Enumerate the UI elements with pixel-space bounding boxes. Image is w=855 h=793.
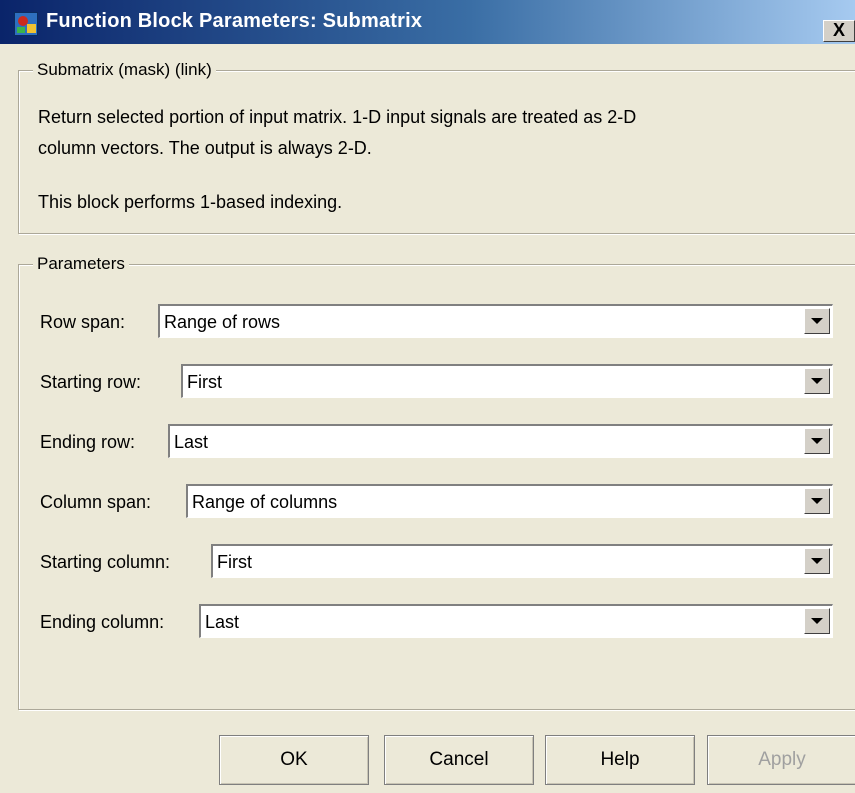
close-button[interactable]: X <box>823 20 855 42</box>
simulink-block-icon <box>14 12 38 36</box>
column-span-value: Range of columns <box>192 492 338 512</box>
chevron-down-icon[interactable] <box>804 608 830 634</box>
title-bar[interactable]: Function Block Parameters: Submatrix X <box>0 0 855 44</box>
description-line-2: column vectors. The output is always 2-D… <box>38 138 372 158</box>
ending-column-dropdown[interactable]: Last <box>199 604 833 638</box>
cancel-button[interactable]: Cancel <box>384 735 534 785</box>
apply-button[interactable]: Apply <box>707 735 855 785</box>
description-line-1: Return selected portion of input matrix.… <box>38 107 637 127</box>
ending-row-value: Last <box>174 432 209 452</box>
chevron-down-icon[interactable] <box>804 368 830 394</box>
starting-row-label: Starting row: <box>40 372 142 392</box>
chevron-down-icon[interactable] <box>804 428 830 454</box>
window-title: Function Block Parameters: Submatrix <box>46 10 423 32</box>
ending-column-value: Last <box>205 612 240 632</box>
starting-row-dropdown[interactable]: First <box>181 364 833 398</box>
starting-row-value: First <box>187 372 222 392</box>
parameters-group-label: Parameters <box>33 254 129 274</box>
chevron-down-icon[interactable] <box>804 308 830 334</box>
description-group-label: Submatrix (mask) (link) <box>33 60 216 80</box>
help-button[interactable]: Help <box>545 735 695 785</box>
column-span-dropdown[interactable]: Range of columns <box>186 484 833 518</box>
chevron-down-icon[interactable] <box>804 488 830 514</box>
row-span-label: Row span: <box>40 312 126 332</box>
starting-column-label: Starting column: <box>40 552 171 572</box>
row-span-dropdown[interactable]: Range of rows <box>158 304 833 338</box>
column-span-label: Column span: <box>40 492 152 512</box>
ending-column-label: Ending column: <box>40 612 165 632</box>
ending-row-dropdown[interactable]: Last <box>168 424 833 458</box>
chevron-down-icon[interactable] <box>804 548 830 574</box>
starting-column-value: First <box>217 552 252 572</box>
ok-button[interactable]: OK <box>219 735 369 785</box>
description-line-3: This block performs 1-based indexing. <box>38 192 343 212</box>
row-span-value: Range of rows <box>164 312 281 332</box>
ending-row-label: Ending row: <box>40 432 136 452</box>
starting-column-dropdown[interactable]: First <box>211 544 833 578</box>
